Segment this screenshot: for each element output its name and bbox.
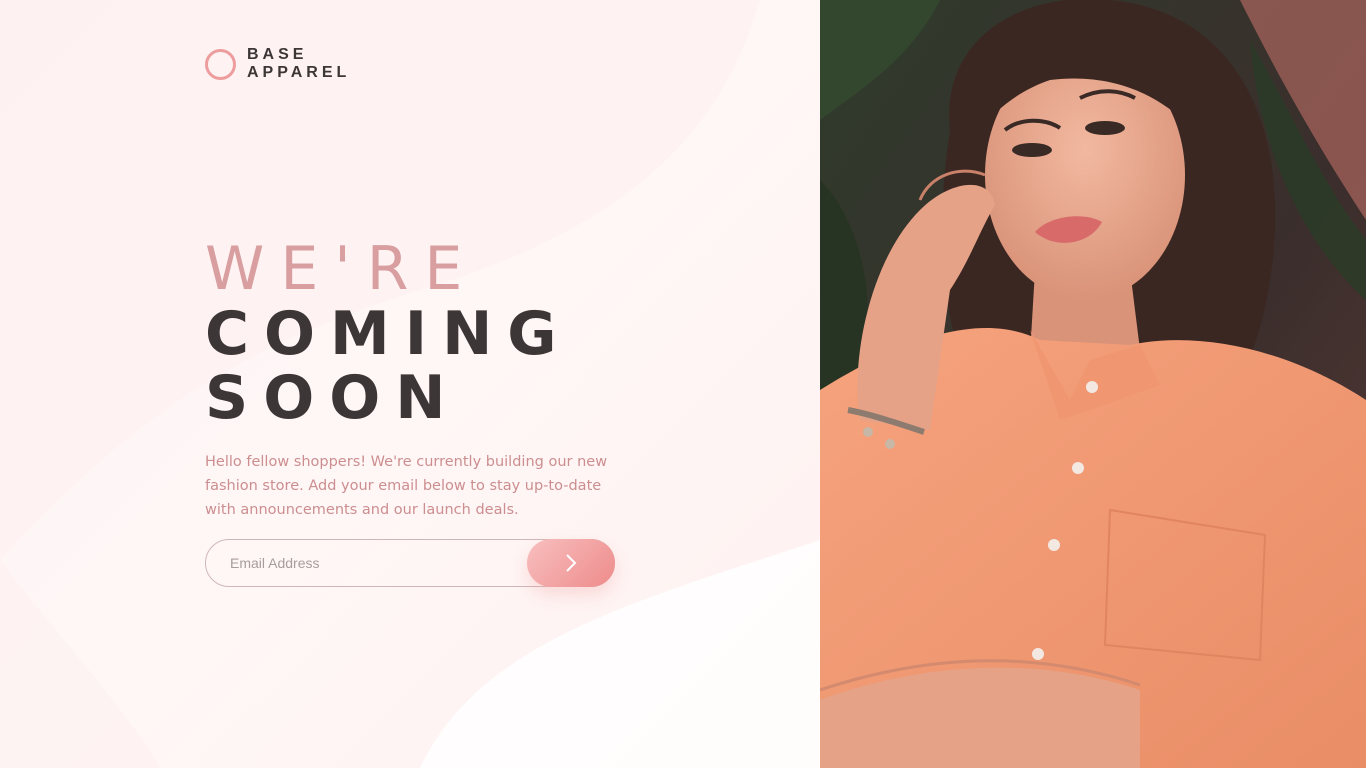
submit-button[interactable]: [527, 539, 615, 587]
left-panel: BASE APPAREL WE'RE COMING SOON Hello fel…: [0, 0, 820, 768]
headline-line-1: WE'RE: [205, 234, 479, 304]
brand-line-2: APPAREL: [247, 64, 351, 81]
brand-line-1: BASE: [247, 46, 308, 63]
chevron-right-icon: [566, 554, 577, 572]
intro-description: Hello fellow shoppers! We're currently b…: [205, 454, 608, 518]
brand-logo[interactable]: BASE APPAREL: [205, 46, 350, 82]
hero-photo: [820, 0, 1366, 768]
headline-line-2: COMING: [205, 299, 572, 369]
page-headline: WE'RE COMING SOON: [205, 236, 572, 430]
brand-name: BASE APPAREL: [247, 46, 350, 82]
hero-image: [820, 0, 1366, 768]
headline-line-3: SOON: [205, 363, 461, 433]
email-signup-form: [205, 539, 615, 587]
logo-ring-icon: [205, 48, 236, 80]
